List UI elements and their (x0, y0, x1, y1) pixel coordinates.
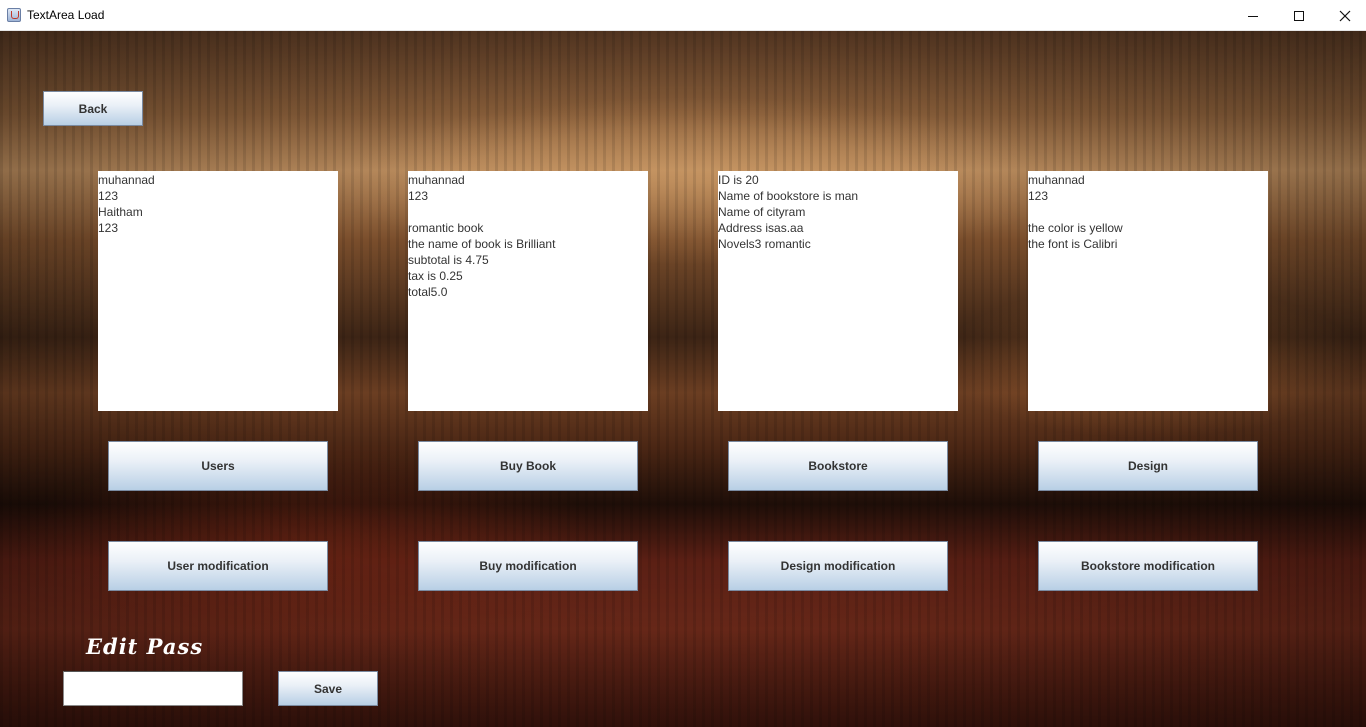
user-modification-button[interactable]: User modification (108, 541, 328, 591)
buy-book-text-area[interactable]: muhannad 123 romantic book the name of b… (408, 171, 648, 411)
users-button[interactable]: Users (108, 441, 328, 491)
design-button[interactable]: Design (1038, 441, 1258, 491)
maximize-button[interactable] (1276, 0, 1322, 31)
java-app-icon (7, 8, 21, 22)
users-text-area[interactable]: muhannad 123 Haitham 123 (98, 171, 338, 411)
title-bar: TextArea Load (0, 0, 1366, 31)
save-button[interactable]: Save (278, 671, 378, 706)
bookstore-text-area[interactable]: ID is 20 Name of bookstore is man Name o… (718, 171, 958, 411)
design-text-area[interactable]: muhannad 123 the color is yellow the fon… (1028, 171, 1268, 411)
maximize-icon (1294, 10, 1304, 21)
edit-pass-label: Edit Pass (86, 634, 204, 659)
bookstore-button[interactable]: Bookstore (728, 441, 948, 491)
bookstore-modification-button[interactable]: Bookstore modification (1038, 541, 1258, 591)
close-icon (1339, 10, 1351, 21)
minimize-icon (1248, 15, 1258, 17)
design-modification-button[interactable]: Design modification (728, 541, 948, 591)
close-button[interactable] (1322, 0, 1366, 31)
window-title: TextArea Load (27, 8, 105, 22)
buy-book-button[interactable]: Buy Book (418, 441, 638, 491)
back-button[interactable]: Back (43, 91, 143, 126)
edit-pass-input[interactable] (63, 671, 243, 706)
buy-modification-button[interactable]: Buy modification (418, 541, 638, 591)
minimize-button[interactable] (1230, 0, 1276, 31)
